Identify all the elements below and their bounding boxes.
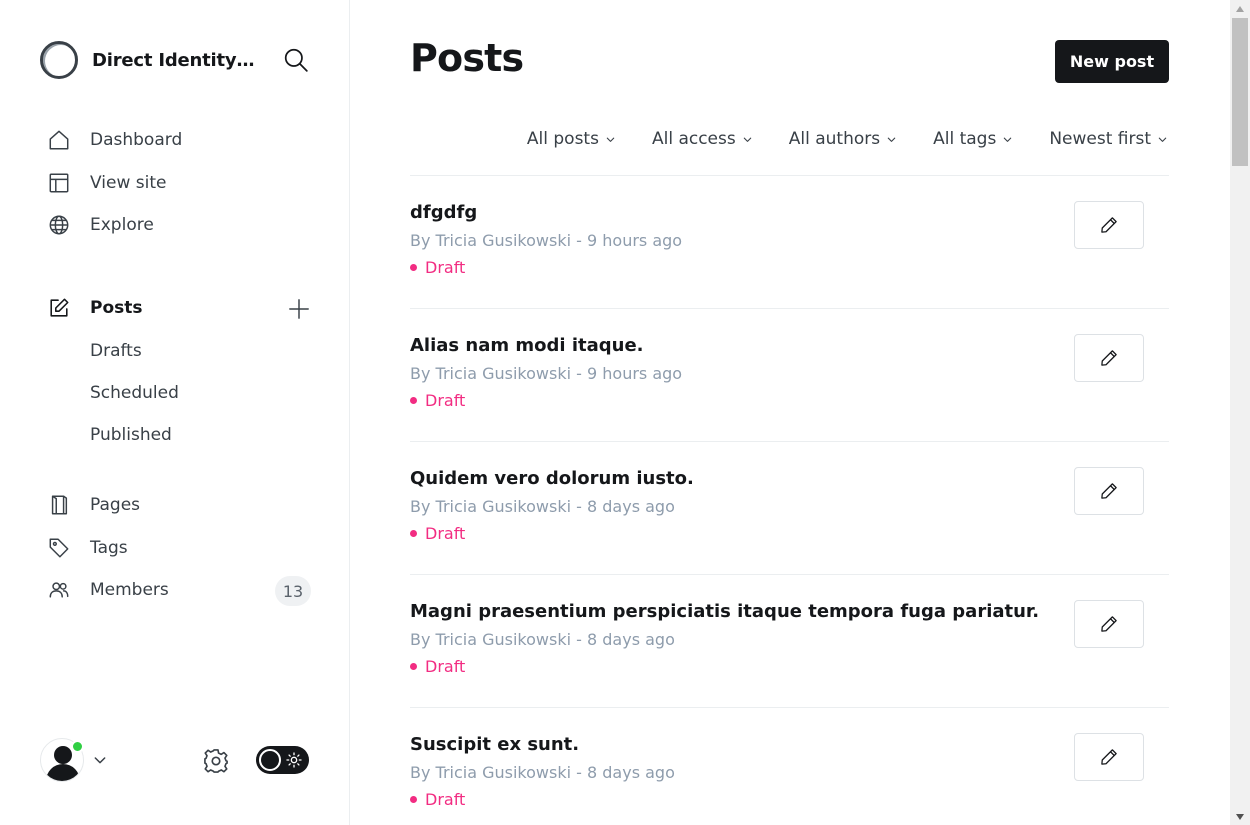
- members-count-badge: 13: [275, 576, 311, 606]
- chevron-down-icon: [742, 134, 753, 145]
- status-label: Draft: [425, 391, 466, 410]
- search-button[interactable]: [282, 46, 310, 74]
- pencil-square-icon: [47, 296, 71, 320]
- plus-icon: [289, 299, 309, 319]
- post-meta: By Tricia Gusikowski - 8 days ago: [410, 630, 675, 649]
- status-badge: Draft: [410, 391, 465, 410]
- sidebar-item-posts[interactable]: Posts: [40, 290, 143, 326]
- status-label: Draft: [425, 790, 466, 809]
- chevron-down-icon: [886, 134, 897, 145]
- post-list-item[interactable]: Suscipit ex sunt. By Tricia Gusikowski -…: [410, 707, 1169, 825]
- filter-tags[interactable]: All tags: [933, 129, 1013, 149]
- sidebar-item-view-site[interactable]: View site: [40, 165, 166, 201]
- filter-bar: All posts All access All authors All tag…: [491, 124, 1168, 154]
- sidebar-item-tags[interactable]: Tags: [40, 530, 128, 566]
- toggle-knob: [259, 749, 281, 771]
- post-meta: By Tricia Gusikowski - 9 hours ago: [410, 231, 683, 250]
- sidebar-item-label: Dashboard: [90, 130, 183, 150]
- status-badge: Draft: [410, 258, 465, 277]
- post-meta: By Tricia Gusikowski - 9 hours ago: [410, 364, 683, 383]
- globe-icon: [47, 213, 71, 237]
- status-label: Draft: [425, 657, 466, 676]
- post-list-item[interactable]: Quidem vero dolorum iusto. By Tricia Gus…: [410, 441, 1169, 574]
- filter-type[interactable]: All posts: [527, 129, 616, 149]
- users-icon: [47, 578, 71, 602]
- site-brand[interactable]: Direct Identity S...: [40, 40, 258, 80]
- pencil-icon: [1101, 616, 1117, 632]
- status-label: Draft: [425, 524, 466, 543]
- filter-sort[interactable]: Newest first: [1049, 129, 1168, 149]
- status-badge: Draft: [410, 524, 465, 543]
- page-title: Posts: [410, 36, 524, 80]
- main-content: Posts New post All posts All access All …: [350, 0, 1230, 825]
- chevron-down-icon: [605, 134, 616, 145]
- post-title: Alias nam modi itaque.: [410, 335, 644, 356]
- post-title: Magni praesentium perspiciatis itaque te…: [410, 601, 1040, 622]
- sidebar-item-pages[interactable]: Pages: [40, 487, 140, 523]
- sidebar-item-label: Pages: [90, 495, 141, 515]
- edit-post-button[interactable]: [1074, 733, 1144, 781]
- filter-label: All tags: [933, 129, 997, 149]
- scrollbar-thumb[interactable]: [1232, 18, 1248, 166]
- sidebar-subitem-published[interactable]: Published: [90, 419, 172, 451]
- chevron-down-icon: [1002, 134, 1013, 145]
- scroll-down-arrow-icon[interactable]: [1230, 808, 1250, 825]
- settings-button[interactable]: [201, 746, 231, 776]
- layout-icon: [47, 171, 71, 195]
- sidebar-item-label: Posts: [90, 298, 143, 318]
- theme-toggle[interactable]: [256, 746, 309, 774]
- pencil-icon: [1101, 749, 1117, 765]
- add-post-button[interactable]: [285, 295, 313, 323]
- filter-access[interactable]: All access: [652, 129, 753, 149]
- filter-authors[interactable]: All authors: [789, 129, 897, 149]
- post-meta: By Tricia Gusikowski - 8 days ago: [410, 763, 675, 782]
- post-list-item[interactable]: Alias nam modi itaque. By Tricia Gusikow…: [410, 308, 1169, 441]
- home-icon: [47, 128, 71, 152]
- sidebar-subitem-scheduled[interactable]: Scheduled: [90, 377, 179, 409]
- tag-icon: [47, 536, 71, 560]
- edit-post-button[interactable]: [1074, 334, 1144, 382]
- sidebar: Direct Identity S... Dashboard View site…: [0, 0, 350, 825]
- chevron-down-icon: [94, 757, 106, 764]
- edit-post-button[interactable]: [1074, 201, 1144, 249]
- filter-label: All access: [651, 129, 736, 149]
- status-label: Draft: [425, 258, 466, 277]
- online-status-dot: [71, 740, 84, 753]
- post-title: Quidem vero dolorum iusto.: [410, 468, 694, 489]
- search-icon: [284, 48, 308, 72]
- gear-icon: [204, 749, 228, 773]
- status-badge: Draft: [410, 790, 465, 809]
- status-badge: Draft: [410, 657, 465, 676]
- sidebar-item-label: Tags: [90, 538, 128, 558]
- new-post-button[interactable]: New post: [1055, 40, 1169, 83]
- edit-post-button[interactable]: [1074, 600, 1144, 648]
- pencil-icon: [1101, 350, 1117, 366]
- post-list-item[interactable]: Magni praesentium perspiciatis itaque te…: [410, 574, 1169, 707]
- pencil-icon: [1101, 217, 1117, 233]
- sun-icon: [286, 752, 302, 768]
- sidebar-subitem-drafts[interactable]: Drafts: [90, 335, 142, 367]
- ring-logo-icon: [40, 41, 78, 79]
- sidebar-item-label: View site: [90, 173, 167, 193]
- vertical-scrollbar[interactable]: [1230, 0, 1250, 825]
- chevron-down-icon: [1157, 134, 1168, 145]
- sidebar-item-dashboard[interactable]: Dashboard: [40, 122, 182, 158]
- post-title: dfgdfg: [410, 202, 478, 223]
- edit-post-button[interactable]: [1074, 467, 1144, 515]
- scroll-up-arrow-icon[interactable]: [1230, 0, 1250, 17]
- post-list: dfgdfg By Tricia Gusikowski - 9 hours ag…: [410, 175, 1169, 825]
- sidebar-item-label: Members: [90, 580, 169, 600]
- sidebar-item-members[interactable]: Members: [40, 572, 169, 608]
- post-title: Suscipit ex sunt.: [410, 734, 580, 755]
- filter-label: Newest first: [1049, 129, 1151, 149]
- sidebar-item-explore[interactable]: Explore: [40, 207, 154, 243]
- sidebar-item-label: Explore: [90, 215, 154, 235]
- filter-label: All posts: [526, 129, 599, 149]
- post-list-item[interactable]: dfgdfg By Tricia Gusikowski - 9 hours ag…: [410, 175, 1169, 308]
- filter-label: All authors: [788, 129, 881, 149]
- post-meta: By Tricia Gusikowski - 8 days ago: [410, 497, 675, 516]
- site-name: Direct Identity S...: [92, 49, 258, 71]
- pencil-icon: [1101, 483, 1117, 499]
- page-icon: [47, 493, 71, 517]
